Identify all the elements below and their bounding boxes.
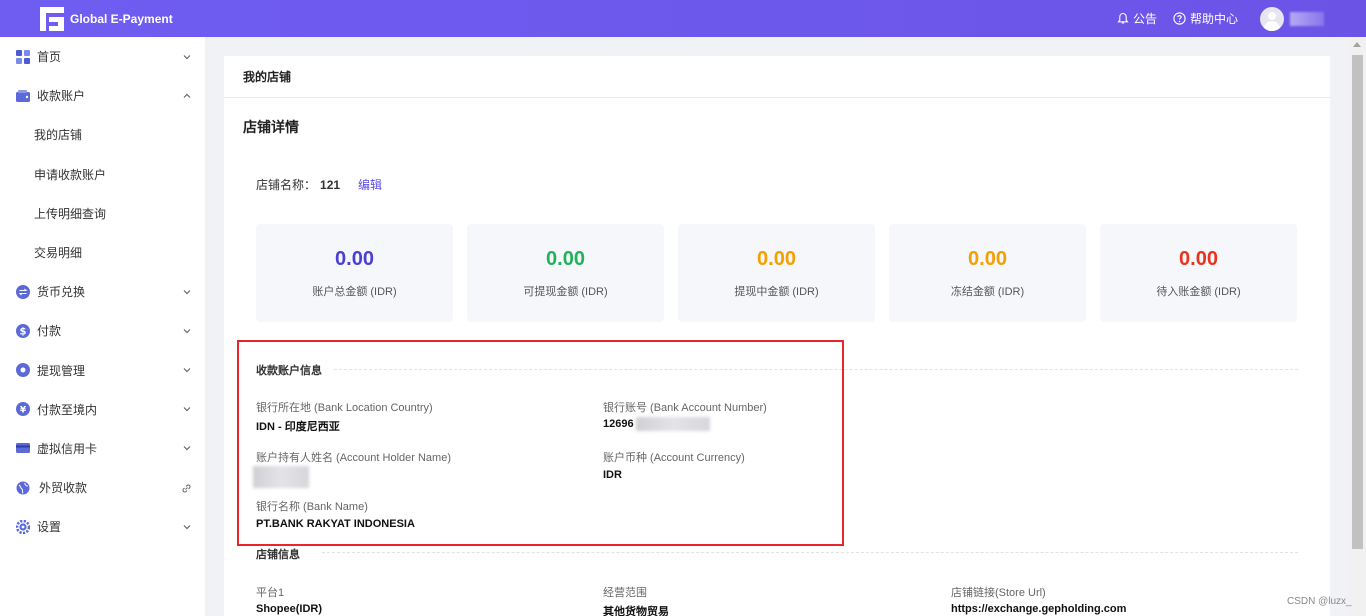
sidebar-item-label: 首页 [37, 50, 62, 65]
notice-label: 公告 [1132, 12, 1157, 26]
store-url-label: 店铺链接(Store Url) [951, 587, 1046, 599]
sidebar-item-upload-query[interactable]: 上传明细查询 [0, 194, 205, 233]
stat-value: 0.00 [968, 248, 1007, 270]
chevron-down-icon [183, 328, 191, 334]
sidebar-item-settings[interactable]: 设置 [0, 507, 205, 546]
page-scrollbar[interactable] [1349, 37, 1366, 616]
chevron-up-icon [183, 93, 191, 98]
sidebar-item-label: 上传明细查询 [34, 206, 107, 221]
stat-value: 0.00 [546, 248, 585, 270]
chevron-down-icon [183, 289, 191, 295]
page-title: 我的店铺 [224, 56, 1330, 98]
card-icon [16, 441, 30, 455]
highlight-box [237, 340, 844, 546]
sidebar-item-label: 交易明细 [34, 246, 83, 261]
user-avatar[interactable] [1260, 6, 1284, 31]
sidebar-item-label: 货币兑换 [37, 285, 86, 300]
question-icon [1173, 12, 1186, 25]
sidebar-item-label: 我的店铺 [34, 128, 83, 143]
app-logo[interactable]: Global E-Payment [40, 6, 173, 31]
sidebar-item-label: 付款 [37, 324, 62, 339]
sidebar: 首页 收款账户 我的店铺 申请收款账户 上传明细查询 交易明细 货币兑换 $ 付… [0, 37, 205, 616]
exchange-icon [16, 284, 30, 299]
business-scope-value: 其他货物贸易 [603, 606, 669, 616]
withdraw-icon [16, 363, 30, 378]
chevron-down-icon [183, 524, 191, 530]
scroll-thumb[interactable] [1352, 55, 1363, 549]
stats-row: 0.00 账户总金额 (IDR) 0.00 可提现金额 (IDR) 0.00 提… [256, 224, 1297, 322]
sidebar-item-label: 申请收款账户 [34, 167, 107, 182]
sidebar-item-withdraw-management[interactable]: 提现管理 [0, 351, 205, 390]
scroll-up-icon[interactable] [1353, 42, 1361, 47]
divider [322, 552, 1298, 553]
stat-card-withdrawing: 0.00 提现中金额 (IDR) [678, 224, 875, 322]
sidebar-item-foreign-trade[interactable]: 外贸收款 [0, 468, 205, 507]
sidebar-item-label: 收款账户 [37, 89, 86, 104]
platform-label: 平台1 [256, 587, 285, 599]
watermark: CSDN @luzx_ [1287, 596, 1352, 607]
sidebar-item-transactions[interactable]: 交易明细 [0, 233, 205, 272]
stat-value: 0.00 [1179, 248, 1218, 270]
chevron-down-icon [183, 407, 191, 412]
chevron-down-icon [183, 446, 191, 451]
logo-icon [40, 6, 64, 31]
svg-text:¥: ¥ [20, 406, 27, 416]
sidebar-item-label: 外贸收款 [39, 481, 88, 496]
chevron-down-icon [183, 368, 191, 373]
stat-value: 0.00 [335, 248, 374, 270]
stat-card-frozen: 0.00 冻结金额 (IDR) [889, 224, 1086, 322]
dashboard-icon [16, 49, 30, 64]
transfer-icon: ¥ [16, 402, 30, 417]
sidebar-item-my-store[interactable]: 我的店铺 [0, 115, 205, 154]
svg-text:$: $ [20, 326, 27, 337]
sidebar-item-home[interactable]: 首页 [0, 37, 205, 76]
stat-label: 提现中金额 (IDR) [734, 286, 819, 298]
main-content: 我的店铺 店铺详情 店铺名称： 121 编辑 0.00 账户总金额 (IDR) … [224, 56, 1330, 616]
store-name-row: 店铺名称： 121 编辑 [256, 176, 382, 193]
sidebar-item-label: 设置 [37, 520, 62, 535]
store-name-value: 121 [320, 177, 341, 192]
gear-icon [16, 519, 30, 534]
dollar-icon: $ [16, 323, 30, 338]
top-header: Global E-Payment 公告 帮助中心 [0, 0, 1366, 37]
sidebar-item-virtual-card[interactable]: 虚拟信用卡 [0, 429, 205, 468]
bell-icon [1117, 12, 1129, 24]
user-name-redacted[interactable] [1290, 11, 1324, 26]
sidebar-item-label: 虚拟信用卡 [37, 441, 98, 456]
stat-card-total: 0.00 账户总金额 (IDR) [256, 224, 453, 322]
stat-label: 冻结金额 (IDR) [950, 286, 1025, 298]
stat-value: 0.00 [757, 248, 796, 270]
help-center-label: 帮助中心 [1189, 12, 1238, 26]
sidebar-item-label: 付款至境内 [37, 402, 98, 417]
sidebar-item-label: 提现管理 [37, 363, 86, 378]
store-name-label: 店铺名称： [256, 178, 317, 192]
stat-label: 待入账金额 (IDR) [1156, 286, 1241, 298]
business-scope-label: 经营范围 [603, 587, 647, 599]
help-center-button[interactable]: 帮助中心 [1173, 10, 1238, 27]
wallet-icon [16, 89, 30, 103]
store-info-title: 店铺信息 [256, 549, 300, 561]
stat-card-withdrawable: 0.00 可提现金额 (IDR) [467, 224, 664, 322]
stat-label: 可提现金额 (IDR) [523, 286, 608, 298]
sidebar-item-payment[interactable]: $ 付款 [0, 311, 205, 350]
stat-label: 账户总金额 (IDR) [312, 286, 397, 298]
breadcrumb: 我的店铺 [243, 70, 292, 84]
stat-card-pending: 0.00 待入账金额 (IDR) [1100, 224, 1297, 322]
platform-value: Shopee(IDR) [256, 603, 322, 615]
section-title: 店铺详情 [243, 119, 299, 135]
app-title: Global E-Payment [70, 11, 173, 26]
chevron-down-icon [183, 54, 191, 59]
sidebar-item-currency-exchange[interactable]: 货币兑换 [0, 272, 205, 311]
link-icon [182, 484, 191, 493]
sidebar-item-apply-account[interactable]: 申请收款账户 [0, 155, 205, 194]
sidebar-item-receiving-account[interactable]: 收款账户 [0, 76, 205, 115]
notice-button[interactable]: 公告 [1117, 10, 1157, 27]
store-url-value[interactable]: https://exchange.gepholding.com [951, 603, 1126, 615]
edit-store-link[interactable]: 编辑 [358, 176, 382, 193]
sidebar-item-domestic-payment[interactable]: ¥ 付款至境内 [0, 390, 205, 429]
globe-icon [16, 481, 30, 495]
